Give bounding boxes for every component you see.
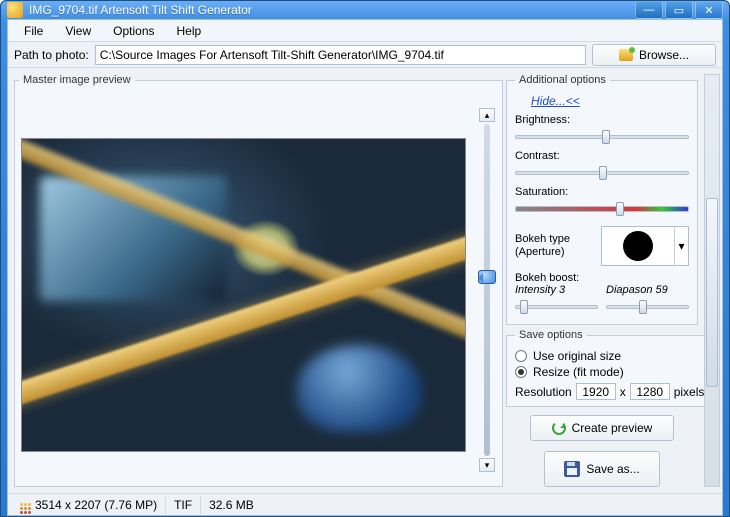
- resolution-height-input[interactable]: [630, 383, 670, 400]
- contrast-label: Contrast:: [515, 150, 689, 162]
- create-preview-label: Create preview: [572, 421, 653, 435]
- menubar: File View Options Help: [8, 20, 722, 42]
- preview-image[interactable]: [21, 138, 466, 452]
- save-as-button[interactable]: Save as...: [544, 451, 660, 487]
- slider-track[interactable]: [484, 124, 490, 456]
- status-icon: [20, 503, 31, 506]
- saturation-label: Saturation:: [515, 186, 689, 198]
- additional-options-group: Additional options Hide...<< Brightness:…: [506, 74, 698, 325]
- path-bar: Path to photo: Browse...: [8, 42, 722, 68]
- chevron-down-icon: ▾: [674, 227, 688, 265]
- slider-up-button[interactable]: ▴: [479, 108, 495, 122]
- menu-help[interactable]: Help: [167, 22, 212, 40]
- brightness-slider[interactable]: [515, 130, 689, 144]
- client-area: File View Options Help Path to photo: Br…: [7, 19, 723, 516]
- radio-resize-fit[interactable]: Resize (fit mode): [515, 365, 704, 379]
- save-as-label: Save as...: [586, 463, 639, 475]
- browse-button[interactable]: Browse...: [592, 44, 716, 66]
- bokeh-boost-label: Bokeh boost:: [515, 272, 689, 284]
- maximize-button[interactable]: ▭: [665, 1, 693, 19]
- master-legend: Master image preview: [19, 74, 135, 86]
- saturation-slider[interactable]: [515, 202, 689, 216]
- preview-vertical-slider[interactable]: ▴ ▾: [478, 108, 496, 472]
- slider-thumb[interactable]: [478, 270, 496, 284]
- scrollbar-thumb[interactable]: [706, 198, 718, 387]
- radio-use-original[interactable]: Use original size: [515, 349, 704, 363]
- resolution-x: x: [620, 385, 626, 399]
- diapason-slider[interactable]: [606, 300, 689, 314]
- status-dimensions: 3514 x 2207 (7.76 MP): [35, 498, 157, 512]
- browse-label: Browse...: [639, 48, 689, 62]
- window-title: IMG_9704.tif Artensoft Tilt Shift Genera…: [29, 3, 635, 17]
- menu-file[interactable]: File: [14, 22, 53, 40]
- app-window: IMG_9704.tif Artensoft Tilt Shift Genera…: [0, 0, 730, 517]
- minimize-button[interactable]: —: [635, 1, 663, 19]
- right-column: Additional options Hide...<< Brightness:…: [506, 74, 698, 487]
- bokeh-type-label: Bokeh type (Aperture): [515, 233, 595, 259]
- folder-icon: [619, 49, 633, 61]
- menu-options[interactable]: Options: [103, 22, 164, 40]
- status-bar: 3514 x 2207 (7.76 MP) TIF 32.6 MB: [8, 493, 722, 515]
- diapason-label: Diapason 59: [606, 284, 689, 296]
- intensity-label: Intensity 3: [515, 284, 598, 296]
- radio-icon-selected: [515, 366, 527, 378]
- hide-link[interactable]: Hide...<<: [515, 94, 689, 108]
- close-button[interactable]: ✕: [695, 1, 723, 19]
- resolution-width-input[interactable]: [576, 383, 616, 400]
- bokeh-circle-icon: [623, 231, 653, 261]
- brightness-label: Brightness:: [515, 114, 689, 126]
- path-input[interactable]: [95, 45, 586, 65]
- save-options-group: Save options Use original size Resize (f…: [506, 329, 713, 407]
- app-icon: [7, 2, 23, 18]
- refresh-icon: [552, 421, 566, 435]
- intensity-slider[interactable]: [515, 300, 598, 314]
- pixels-label: pixels: [674, 385, 705, 399]
- resolution-label: Resolution: [515, 385, 572, 399]
- bokeh-type-dropdown[interactable]: ▾: [601, 226, 689, 266]
- status-size: 32.6 MB: [209, 498, 254, 512]
- use-original-label: Use original size: [533, 349, 621, 363]
- status-format: TIF: [174, 498, 192, 512]
- additional-legend: Additional options: [515, 74, 610, 86]
- menu-view[interactable]: View: [55, 22, 101, 40]
- save-legend: Save options: [515, 329, 587, 341]
- floppy-icon: [564, 461, 580, 477]
- panel-scrollbar[interactable]: [704, 74, 720, 487]
- radio-icon: [515, 350, 527, 362]
- create-preview-button[interactable]: Create preview: [530, 415, 674, 441]
- master-preview-group: Master image preview ▴ ▾: [14, 74, 503, 487]
- titlebar: IMG_9704.tif Artensoft Tilt Shift Genera…: [1, 1, 729, 19]
- slider-down-button[interactable]: ▾: [479, 458, 495, 472]
- contrast-slider[interactable]: [515, 166, 689, 180]
- main-columns: Master image preview ▴ ▾: [8, 68, 722, 493]
- path-label: Path to photo:: [14, 48, 89, 62]
- resize-fit-label: Resize (fit mode): [533, 365, 624, 379]
